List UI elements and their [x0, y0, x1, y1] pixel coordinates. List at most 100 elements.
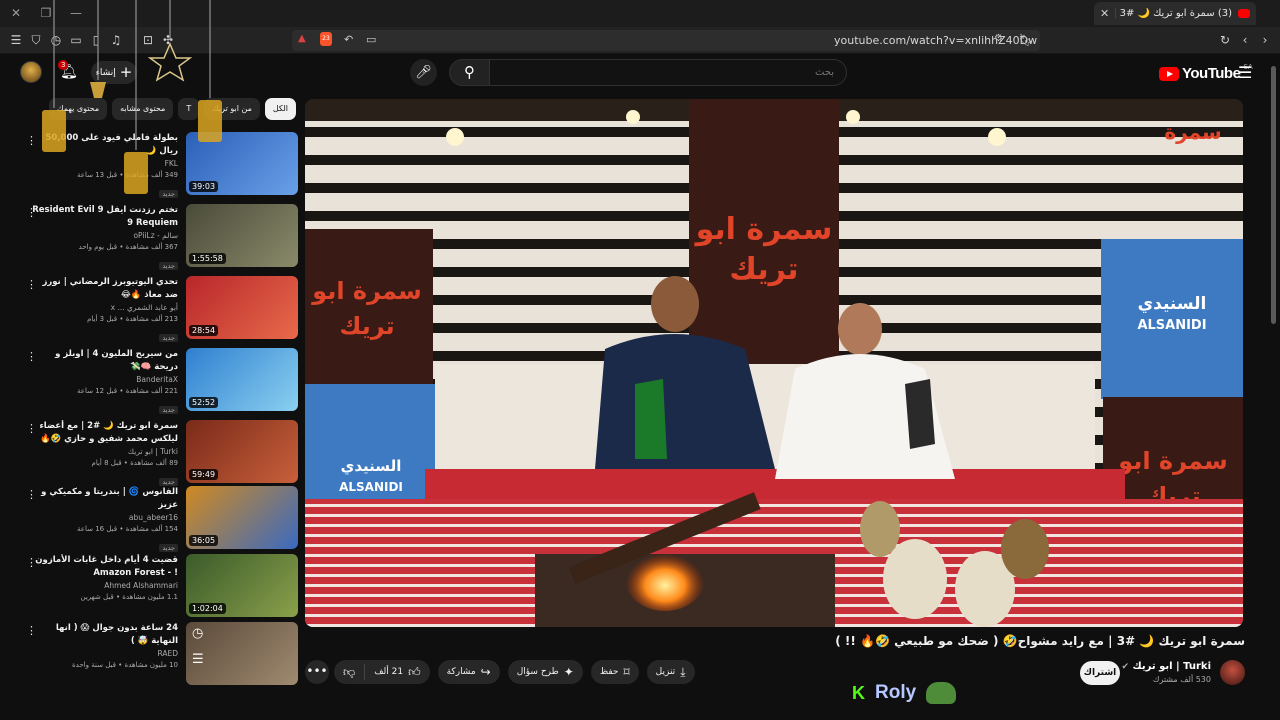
- chip-all[interactable]: الكل: [264, 98, 296, 120]
- url-text[interactable]: youtube.com/watch?v=xnlihhZ40Dw: [834, 34, 1037, 47]
- video-meta: سمرة ابو تريك 🌙 #2 | مع أعضاء ليلكس محمد…: [30, 420, 178, 488]
- like-button[interactable]: 👍︎ 21 ألف: [365, 660, 429, 684]
- list-item[interactable]: ◷ ☰ 24 ساعة بدون جوال 😱 ( انها النهاية 🤯…: [20, 622, 298, 686]
- search-input[interactable]: [490, 60, 846, 85]
- video-thumbnail[interactable]: 52:52: [186, 348, 298, 411]
- video-thumbnail[interactable]: ◷ ☰: [186, 622, 298, 685]
- aria-icon[interactable]: ▲: [298, 33, 306, 44]
- address-bar[interactable]: ▲ 23 ↶ ▭ youtube.com/watch?v=xnlihhZ40Dw…: [292, 30, 1040, 51]
- video-title-item[interactable]: 24 ساعة بدون جوال 😱 ( انها النهاية 🤯 ): [30, 622, 178, 648]
- list-item[interactable]: 28:54 تحدي اليوتيوبرز الرمضاني | نورز ضد…: [20, 276, 298, 342]
- watch-later-icon[interactable]: ◷: [192, 626, 203, 641]
- video-title-item[interactable]: قضيت 4 أيام داخل غابات الأمازون ! - Amaz…: [30, 554, 178, 580]
- reload-page-icon[interactable]: ↶: [344, 33, 353, 46]
- list-item[interactable]: 59:49 سمرة ابو تريك 🌙 #2 | مع أعضاء ليلك…: [20, 420, 298, 486]
- window-close-icon[interactable]: ✕: [6, 4, 26, 22]
- tab-close-icon[interactable]: ✕: [1100, 7, 1109, 20]
- brave-shield-icon[interactable]: 23: [320, 32, 332, 46]
- duration-badge: 52:52: [189, 397, 219, 408]
- video-meta: قضيت 4 أيام داخل غابات الأمازون ! - Amaz…: [30, 554, 178, 603]
- logo-wordmark: YouTube: [1182, 65, 1241, 82]
- video-thumbnail[interactable]: 1:55:58: [186, 204, 298, 267]
- voice-search-icon[interactable]: 🎤︎: [410, 59, 437, 86]
- video-meta: الفانوس 🌀 | بندريتا و مكميكي و عزيز abu_…: [30, 486, 178, 554]
- menu-icon[interactable]: ☰: [8, 32, 24, 48]
- video-thumbnail[interactable]: 36:05: [186, 486, 298, 549]
- svg-text:سمرة ابو: سمرة ابو: [1117, 447, 1227, 475]
- more-options-icon[interactable]: ⋮: [26, 278, 37, 291]
- action-buttons: ⤓ تنزيل ⌑ حفظ ✦ طرح سؤال ↪ مشاركة 👍︎ 21 …: [334, 660, 695, 684]
- list-item[interactable]: 52:52 من سيربح المليون 4 | اوبلز و دريحة…: [20, 348, 298, 414]
- channel-subscribers: 530 ألف مشترك: [1152, 675, 1211, 684]
- save-button[interactable]: ⌑ حفظ: [590, 660, 639, 684]
- video-thumbnail[interactable]: 28:54: [186, 276, 298, 339]
- video-frame: سمرة ابو تريك سمرة ابو تريك السنيدي ALSA…: [305, 99, 1243, 627]
- svg-text:تريك: تريك: [339, 312, 394, 340]
- ask-label: طرح سؤال: [516, 667, 559, 677]
- channel-name-item[interactable]: abu_abeer16: [30, 512, 178, 524]
- more-options-icon[interactable]: ⋮: [26, 422, 37, 435]
- more-options-icon[interactable]: ⋮: [26, 488, 37, 501]
- more-options-icon[interactable]: ⋮: [26, 350, 37, 363]
- download-label: تنزيل: [655, 667, 676, 677]
- forward-icon[interactable]: ›: [1257, 32, 1273, 48]
- more-options-icon[interactable]: ⋮: [26, 624, 37, 637]
- svg-text:تريك: تريك: [729, 252, 798, 287]
- refresh-icon[interactable]: ↻: [1217, 32, 1233, 48]
- channel-name[interactable]: Turki | ابو تريك ✔: [1122, 661, 1211, 672]
- sparkle-icon: ✦: [563, 665, 574, 679]
- video-player[interactable]: سمرة ابو تريك سمرة ابو تريك السنيدي ALSA…: [305, 99, 1243, 627]
- channel-avatar[interactable]: [1220, 660, 1245, 685]
- video-title-item[interactable]: من سيربح المليون 4 | اوبلز و دريحة 🧠💸: [30, 348, 178, 374]
- bookmark-icon[interactable]: 🔖︎: [1018, 32, 1034, 48]
- banner-text: سمرة ابو: [694, 212, 833, 247]
- subscribe-button[interactable]: اشتراك: [1080, 661, 1120, 685]
- channel-name-item[interactable]: Turki | ابو تريك: [30, 446, 178, 458]
- browser-tab-active[interactable]: (3) سمرة ابو تريك 🌙 #3 | مع را... ✕: [1094, 2, 1256, 25]
- svg-text:السنيدي: السنيدي: [341, 457, 402, 476]
- channel-name-item[interactable]: BanderitaX: [30, 374, 178, 386]
- download-button[interactable]: ⤓ تنزيل: [646, 660, 695, 684]
- video-stats: 10 مليون مشاهدة • قبل سنة واحدة: [72, 661, 178, 669]
- list-item[interactable]: 1:55:58 تختم رزدنت ايفل 9 Resident Evil …: [20, 204, 298, 270]
- channel-name-item[interactable]: سالم - oPiiLz: [30, 230, 178, 242]
- duration-badge: 36:05: [189, 535, 219, 546]
- search-button[interactable]: ⚲: [449, 59, 490, 86]
- dislike-button[interactable]: 👎︎: [334, 660, 364, 684]
- back-icon[interactable]: ‹: [1237, 32, 1253, 48]
- duration-badge: 1:02:04: [189, 603, 226, 614]
- list-item[interactable]: 36:05 الفانوس 🌀 | بندريتا و مكميكي و عزي…: [20, 486, 298, 552]
- more-options-icon[interactable]: ⋮: [26, 556, 37, 569]
- video-meta: 24 ساعة بدون جوال 😱 ( انها النهاية 🤯 ) R…: [30, 622, 178, 671]
- video-meta: تختم رزدنت ايفل 9 Resident Evil 9 Requie…: [30, 204, 178, 272]
- ask-button[interactable]: ✦ طرح سؤال: [507, 660, 583, 684]
- video-title-item[interactable]: الفانوس 🌀 | بندريتا و مكميكي و عزيز: [30, 486, 178, 512]
- video-stats: 89 ألف مشاهدة • قبل 8 أيام: [91, 459, 178, 467]
- svg-text:سمرة ابو: سمرة ابو: [311, 277, 421, 305]
- video-thumbnail[interactable]: 59:49: [186, 420, 298, 483]
- more-actions-button[interactable]: •••: [305, 660, 329, 684]
- video-thumbnail[interactable]: 1:02:04: [186, 554, 298, 617]
- cast-icon[interactable]: ▭: [366, 33, 376, 46]
- guide-menu-icon[interactable]: ☰: [1238, 65, 1254, 81]
- video-stats: 221 ألف مشاهدة • قبل 12 ساعة: [77, 387, 178, 395]
- site-settings-icon[interactable]: ⚙: [994, 33, 1003, 44]
- channel-name-item[interactable]: أبو عابد الشمري ... x: [30, 302, 178, 314]
- video-title-item[interactable]: سمرة ابو تريك 🌙 #2 | مع أعضاء ليلكس محمد…: [30, 420, 178, 446]
- channel-name-item[interactable]: Ahmed Alshammari: [30, 580, 178, 592]
- channel-name-item[interactable]: RAED: [30, 648, 178, 660]
- duration-badge: 1:55:58: [189, 253, 226, 264]
- share-button[interactable]: ↪ مشاركة: [437, 660, 500, 684]
- stream-overlay: K Roly: [852, 682, 957, 704]
- video-stats: 1.1 مليون مشاهدة • قبل شهرين: [80, 593, 178, 601]
- like-count: 21 ألف: [374, 667, 404, 677]
- search-input-wrapper[interactable]: [489, 59, 847, 86]
- like-divider: [364, 664, 366, 680]
- scrollbar-thumb[interactable]: [1271, 66, 1276, 324]
- bookmark-save-icon: ⌑: [623, 665, 630, 679]
- list-item[interactable]: 1:02:04 قضيت 4 أيام داخل غابات الأمازون …: [20, 554, 298, 618]
- page-scrollbar[interactable]: [1271, 58, 1277, 688]
- add-to-queue-icon[interactable]: ☰: [192, 652, 204, 667]
- share-label: مشاركة: [446, 667, 476, 677]
- video-title-item[interactable]: تحدي اليوتيوبرز الرمضاني | نورز ضد معاذ …: [30, 276, 178, 302]
